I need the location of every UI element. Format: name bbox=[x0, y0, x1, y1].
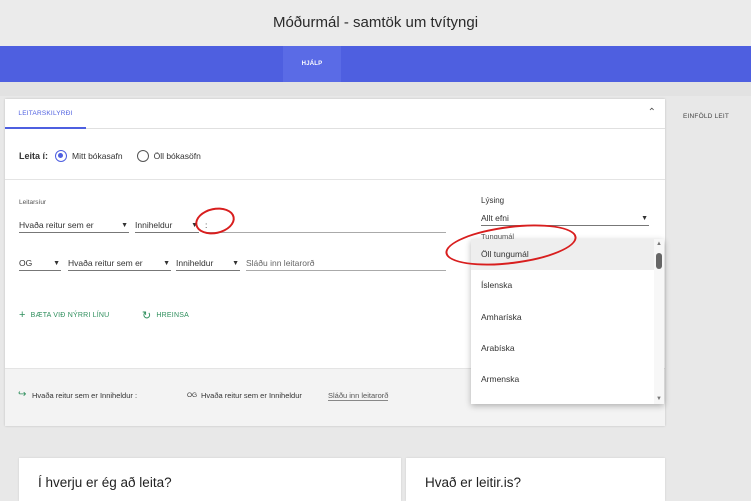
reset-label: HREINSA bbox=[156, 311, 189, 319]
dropdown-arrow-icon: ▼ bbox=[641, 215, 648, 222]
scroll-up-icon[interactable]: ▲ bbox=[656, 241, 662, 247]
dropdown-arrow-icon: ▼ bbox=[163, 260, 170, 267]
scroll-thumb[interactable] bbox=[656, 253, 662, 269]
row2-operator-value: Inniheldur bbox=[176, 258, 214, 268]
row1-operator-value: Inniheldur bbox=[135, 220, 173, 230]
dropdown-arrow-icon: ▼ bbox=[232, 260, 239, 267]
summary-placeholder[interactable]: Sláðu inn leitarorð bbox=[328, 391, 389, 401]
info-card-about: Hvað er leitir.is? bbox=[406, 458, 665, 501]
language-option[interactable]: Armenska bbox=[471, 364, 654, 395]
summary-og: OG bbox=[187, 392, 198, 399]
row2-search-input[interactable]: Sláðu inn leitarorð bbox=[246, 257, 446, 271]
row2-operator-select[interactable]: Inniheldur ▼ bbox=[176, 257, 240, 271]
description-value: Allt efni bbox=[481, 213, 509, 223]
simple-search-link[interactable]: EINFÖLD LEIT bbox=[683, 113, 729, 120]
filters-label: Leitarsíur bbox=[19, 199, 47, 206]
scroll-down-icon[interactable]: ▼ bbox=[656, 396, 662, 402]
tab-search-criteria[interactable]: LEITARSKILYRÐI bbox=[5, 99, 86, 129]
row1-field-select[interactable]: Hvaða reitur sem er ▼ bbox=[19, 219, 129, 233]
dropdown-arrow-icon: ▼ bbox=[53, 260, 60, 267]
row1-search-input[interactable]: : bbox=[205, 219, 446, 233]
search-scope-label: Leita í: bbox=[19, 151, 49, 161]
search-scope: Leita í: Mitt bókasafn Öll bókasöfn bbox=[19, 148, 215, 164]
nav-bar: HJÁLP bbox=[0, 46, 751, 82]
row2-field-value: Hvaða reitur sem er bbox=[68, 258, 143, 268]
add-line-button[interactable]: + BÆTA VIÐ NÝRRI LÍNU bbox=[19, 308, 109, 322]
dropdown-arrow-icon: ▼ bbox=[121, 222, 128, 229]
language-option[interactable]: Arabíska bbox=[471, 333, 654, 364]
row1-field-value: Hvaða reitur sem er bbox=[19, 220, 94, 230]
row1-operator-select[interactable]: Inniheldur ▼ bbox=[135, 219, 199, 233]
tab-bar: LEITARSKILYRÐI ⌃ bbox=[5, 99, 665, 129]
header-band bbox=[0, 82, 751, 96]
summary-line-1[interactable]: Hvaða reitur sem er Inniheldur : bbox=[32, 391, 137, 400]
language-option[interactable]: Amharíska bbox=[471, 302, 654, 333]
app-title: Móðurmál - samtök um tvítyngi bbox=[0, 0, 751, 46]
plus-icon: + bbox=[19, 309, 26, 321]
radio-all-libraries-label[interactable]: Öll bókasöfn bbox=[154, 151, 201, 161]
radio-my-library[interactable] bbox=[55, 150, 68, 162]
radio-my-library-label[interactable]: Mitt bókasafn bbox=[72, 151, 123, 161]
radio-all-libraries[interactable] bbox=[136, 150, 149, 162]
card-title: Í hverju er ég að leita? bbox=[38, 475, 172, 490]
row2-bool-select[interactable]: OG ▼ bbox=[19, 257, 61, 271]
row2-bool-value: OG bbox=[19, 258, 33, 268]
dropdown-scrollbar[interactable]: ▲ ▼ bbox=[654, 239, 664, 404]
description-select[interactable]: Allt efni ▼ bbox=[481, 212, 649, 226]
reset-button[interactable]: ↻ HREINSA bbox=[142, 308, 189, 322]
language-option[interactable]: Íslenska bbox=[471, 270, 654, 301]
summary-line-2[interactable]: Hvaða reitur sem er Inniheldur bbox=[201, 391, 302, 400]
description-label: Lýsing bbox=[481, 196, 505, 205]
divider bbox=[5, 179, 665, 180]
card-title: Hvað er leitir.is? bbox=[425, 475, 522, 490]
add-line-label: BÆTA VIÐ NÝRRI LÍNU bbox=[30, 311, 110, 319]
row2-field-select[interactable]: Hvaða reitur sem er ▼ bbox=[68, 257, 171, 271]
chevron-up-icon[interactable]: ⌃ bbox=[648, 107, 656, 118]
info-card-what: Í hverju er ég að leita? bbox=[19, 458, 401, 501]
refresh-icon: ↻ bbox=[142, 309, 152, 322]
arrow-right-icon: ↪ bbox=[18, 389, 27, 400]
nav-help-link[interactable]: HJÁLP bbox=[283, 46, 341, 82]
